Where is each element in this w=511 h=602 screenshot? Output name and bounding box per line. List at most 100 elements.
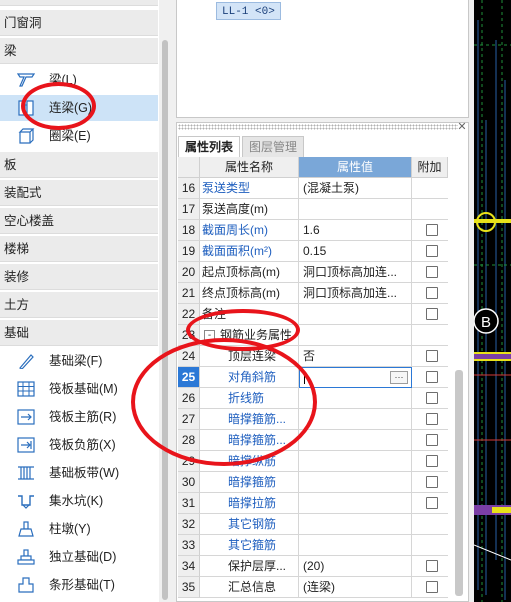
table-row[interactable]: 21 终点顶标高(m) 洞口顶标高加连... xyxy=(178,283,448,304)
extra-cell xyxy=(412,577,448,598)
property-name: 泵送类型 xyxy=(200,178,299,199)
extra-checkbox[interactable] xyxy=(426,224,438,236)
tree-item-label: 条形基础(T) xyxy=(49,578,115,592)
category-label: 装修 xyxy=(4,270,30,284)
tree-category-beam[interactable]: 梁 xyxy=(0,38,158,64)
tree-item-sump-pit[interactable]: 集水坑(K) xyxy=(0,488,158,514)
extra-checkbox[interactable] xyxy=(426,413,438,425)
property-value[interactable]: (20) xyxy=(299,556,412,577)
extra-checkbox[interactable] xyxy=(426,371,438,383)
tab-layer-management[interactable]: 图层管理 xyxy=(242,136,305,157)
tree-category-partial[interactable] xyxy=(0,0,158,6)
tree-item-isolated-footing[interactable]: 独立基础(D) xyxy=(0,544,158,570)
category-label: 土方 xyxy=(4,298,30,312)
extra-checkbox[interactable] xyxy=(426,497,438,509)
column-header-value: 属性值 xyxy=(299,157,412,178)
table-row[interactable]: 35 汇总信息 (连梁) xyxy=(178,577,448,598)
table-row[interactable]: 32 其它钢筋 xyxy=(178,514,448,535)
column-header-extra: 附加 xyxy=(412,157,448,178)
raft-negative-rebar-icon xyxy=(17,437,35,453)
table-row[interactable]: 16 泵送类型 (混凝土泵) xyxy=(178,178,448,199)
tree-category-earthwork[interactable]: 土方 xyxy=(0,292,158,318)
extra-checkbox[interactable] xyxy=(426,245,438,257)
property-value[interactable] xyxy=(299,304,412,325)
beam-icon xyxy=(17,73,35,87)
property-value[interactable] xyxy=(299,430,412,451)
axis-marker: B xyxy=(481,314,491,331)
row-number: 20 xyxy=(178,262,200,283)
tree-item-strip-footing[interactable]: 条形基础(T) xyxy=(0,572,158,598)
property-value[interactable]: (混凝土泵) xyxy=(299,178,412,199)
extra-cell xyxy=(412,367,448,388)
extra-cell xyxy=(412,430,448,451)
property-value[interactable]: 0.15 xyxy=(299,241,412,262)
property-value[interactable] xyxy=(299,451,412,472)
tree-category-doors-windows[interactable]: 门窗洞 xyxy=(0,10,158,36)
column-header-name: 属性名称 xyxy=(200,157,299,178)
tree-category-stairs[interactable]: 楼梯 xyxy=(0,236,158,262)
tree-item-ring-beam[interactable]: 圈梁(E) xyxy=(0,123,158,149)
property-value[interactable]: 洞口顶标高加连... xyxy=(299,283,412,304)
close-icon[interactable]: ✕ xyxy=(456,121,468,133)
table-row[interactable]: 33 其它箍筋 xyxy=(178,535,448,556)
row-number: 34 xyxy=(178,556,200,577)
tree-scrollbar-thumb[interactable] xyxy=(162,40,168,600)
component-tag[interactable]: LL-1 <0> xyxy=(216,2,281,20)
tree-category-slab[interactable]: 板 xyxy=(0,152,158,178)
property-scrollbar-thumb[interactable] xyxy=(455,370,463,596)
property-value[interactable] xyxy=(299,199,412,220)
property-name-text: 汇总信息 xyxy=(228,580,277,594)
extra-checkbox[interactable] xyxy=(426,560,438,572)
table-row[interactable]: 31 暗撑拉筋 xyxy=(178,493,448,514)
property-value[interactable]: 否 xyxy=(299,346,412,367)
panel-grip[interactable] xyxy=(178,124,458,130)
property-value[interactable]: 1.6 xyxy=(299,220,412,241)
table-row[interactable]: 30 暗撑箍筋 xyxy=(178,472,448,493)
row-number: 30 xyxy=(178,472,200,493)
tree-item-label: 柱墩(Y) xyxy=(49,522,91,536)
extra-checkbox[interactable] xyxy=(426,434,438,446)
tree-item-foundation-beam[interactable]: 基础梁(F) xyxy=(0,348,158,374)
tab-property-list[interactable]: 属性列表 xyxy=(178,136,241,157)
ellipsis-button[interactable]: ··· xyxy=(390,371,408,384)
property-value[interactable] xyxy=(299,535,412,556)
table-row[interactable]: 19 截面面积(m²) 0.15 xyxy=(178,241,448,262)
category-label: 楼梯 xyxy=(4,242,30,256)
tree-category-hollow-floor[interactable]: 空心楼盖 xyxy=(0,208,158,234)
extra-checkbox[interactable] xyxy=(426,455,438,467)
extra-checkbox[interactable] xyxy=(426,266,438,278)
tree-item-column-pier[interactable]: 柱墩(Y) xyxy=(0,516,158,542)
cad-viewport[interactable]: B xyxy=(474,0,511,602)
extra-checkbox[interactable] xyxy=(426,350,438,362)
tree-category-prefab[interactable]: 装配式 xyxy=(0,180,158,206)
extra-checkbox[interactable] xyxy=(426,287,438,299)
tree-item-raft-negative-rebar[interactable]: 筏板负筋(X) xyxy=(0,432,158,458)
property-value[interactable] xyxy=(299,409,412,430)
tree-category-decoration[interactable]: 装修 xyxy=(0,264,158,290)
foundation-beam-icon xyxy=(19,354,34,369)
table-row[interactable]: 20 起点顶标高(m) 洞口顶标高加连... xyxy=(178,262,448,283)
property-value[interactable]: 洞口顶标高加连... xyxy=(299,262,412,283)
table-row[interactable]: 17 泵送高度(m) xyxy=(178,199,448,220)
extra-checkbox[interactable] xyxy=(426,392,438,404)
raft-foundation-icon xyxy=(17,381,35,397)
tree-category-foundation[interactable]: 基础 xyxy=(0,320,158,346)
ring-beam-icon xyxy=(18,128,35,144)
table-row[interactable]: 18 截面周长(m) 1.6 xyxy=(178,220,448,241)
extra-checkbox[interactable] xyxy=(426,308,438,320)
property-value[interactable] xyxy=(299,514,412,535)
row-number: 32 xyxy=(178,514,200,535)
table-row[interactable]: 34 保护层厚... (20) xyxy=(178,556,448,577)
column-header-index xyxy=(178,157,200,178)
extra-checkbox[interactable] xyxy=(426,476,438,488)
property-value[interactable] xyxy=(299,472,412,493)
property-value[interactable] xyxy=(299,493,412,514)
property-value[interactable]: (连梁) xyxy=(299,577,412,598)
cad-drawing: B xyxy=(474,0,511,602)
extra-checkbox[interactable] xyxy=(426,581,438,593)
isolated-footing-icon xyxy=(17,549,35,565)
property-value[interactable] xyxy=(299,325,412,346)
strip-footing-icon xyxy=(18,577,34,593)
property-value-input[interactable]: ··· xyxy=(299,367,412,388)
tree-item-foundation-strip[interactable]: 基础板带(W) xyxy=(0,460,158,486)
